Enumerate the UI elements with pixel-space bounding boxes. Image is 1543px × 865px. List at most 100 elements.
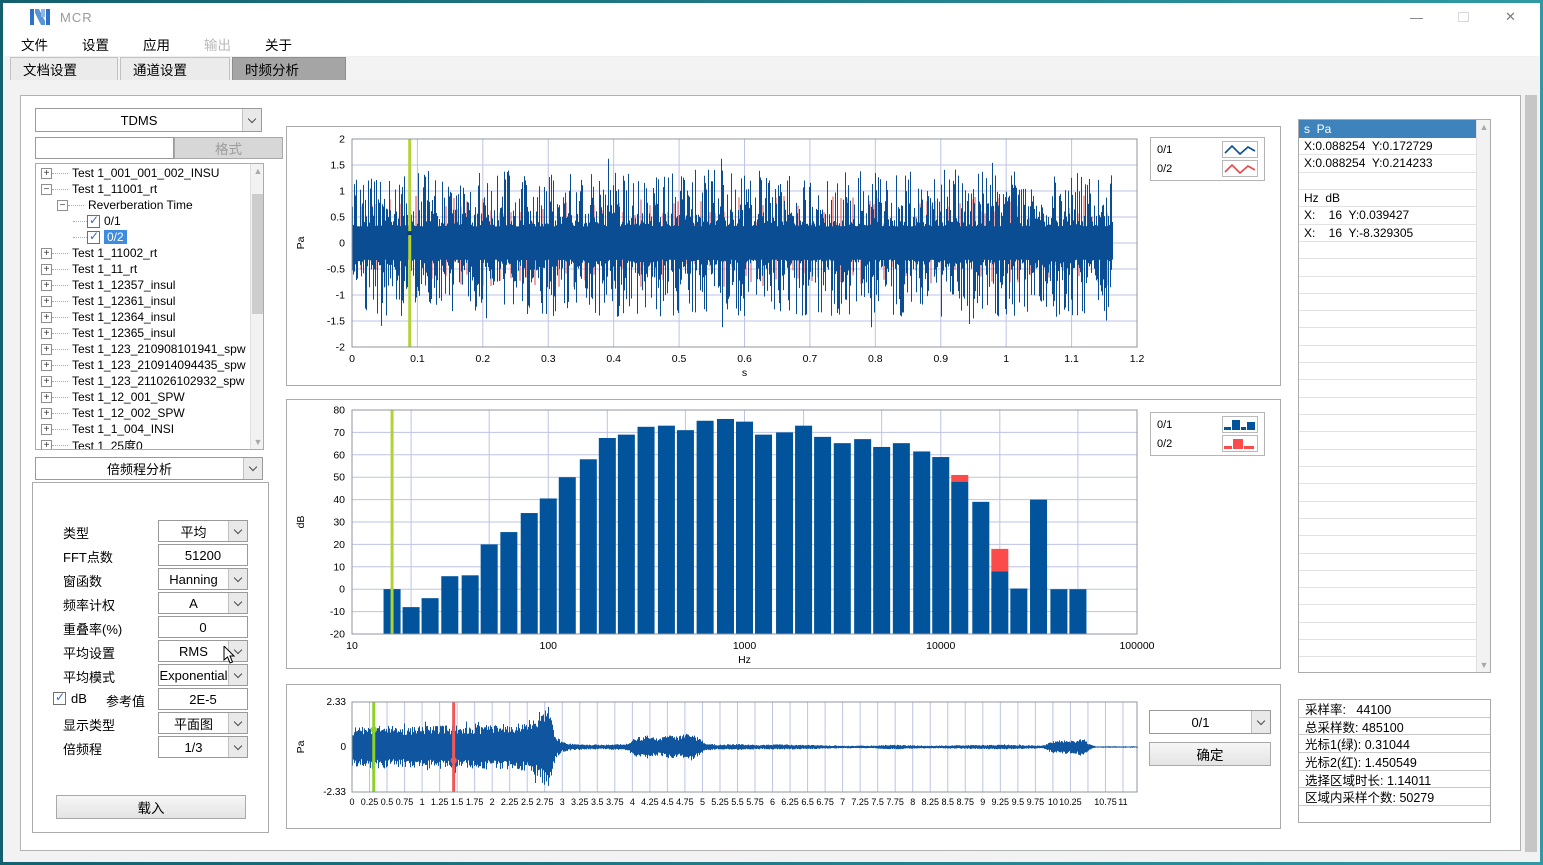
readout-row[interactable] — [1299, 588, 1477, 605]
expand-icon[interactable]: + — [41, 360, 52, 371]
readout-row[interactable] — [1299, 259, 1477, 276]
legend-item-0-2[interactable]: 0/2 — [1157, 159, 1258, 178]
octave-fraction-dropdown[interactable]: 1/3 — [158, 736, 248, 758]
expand-icon[interactable]: + — [41, 440, 52, 451]
expand-icon[interactable]: + — [41, 424, 52, 435]
readout-row[interactable] — [1299, 554, 1477, 571]
tree-item[interactable]: +Test 1_123_210914094435_spw — [36, 357, 245, 373]
tree-item[interactable]: +Test 1_25度0 — [36, 437, 143, 450]
collapse-icon[interactable]: − — [57, 200, 68, 211]
expand-icon[interactable]: + — [41, 168, 52, 179]
readout-row[interactable]: Hz dB — [1299, 190, 1477, 207]
tree-item[interactable]: +Test 1_12361_insul — [36, 293, 175, 309]
tree-item[interactable]: +Test 1_11_rt — [36, 261, 137, 277]
tree-item[interactable]: +Test 1_12365_insul — [36, 325, 175, 341]
display-type-dropdown[interactable]: 平面图 — [158, 712, 248, 734]
scroll-up-icon[interactable]: ▲ — [251, 164, 264, 178]
readout-row[interactable]: X:0.088254 Y:0.214233 — [1299, 155, 1477, 172]
type-dropdown[interactable]: 平均 — [158, 520, 248, 542]
tab-document-settings[interactable]: 文档设置 — [10, 57, 118, 80]
tree-item[interactable]: +Test 1_12_001_SPW — [36, 389, 185, 405]
tree-item[interactable]: +Test 1_123_211026102932_spw — [36, 373, 245, 389]
filter-input[interactable] — [35, 137, 174, 159]
tree-item[interactable]: ✓0/1 — [36, 213, 121, 229]
readout-row[interactable] — [1299, 502, 1477, 519]
tree-item[interactable]: −Reverberation Time — [36, 197, 193, 213]
db-checkbox[interactable]: ✓ — [53, 692, 66, 705]
tree-item[interactable]: +Test 1_12357_insul — [36, 277, 175, 293]
legend-item-0-2[interactable]: 0/2 — [1157, 434, 1258, 453]
readout-row[interactable] — [1299, 519, 1477, 536]
tree-item[interactable]: ✓0/2 — [36, 229, 127, 245]
load-button[interactable]: 载入 — [56, 795, 246, 819]
readout-row[interactable] — [1299, 450, 1477, 467]
readout-scrollbar[interactable]: ▲▼ — [1476, 120, 1490, 672]
legend-item-0-1[interactable]: 0/1 — [1157, 140, 1258, 159]
reference-value-input[interactable]: 2E-5 — [158, 688, 248, 710]
window-function-dropdown[interactable]: Hanning — [158, 568, 248, 590]
expand-icon[interactable]: + — [41, 376, 52, 387]
readout-row[interactable] — [1299, 398, 1477, 415]
readout-row[interactable] — [1299, 467, 1477, 484]
tree-item[interactable]: +Test 1_11002_rt — [36, 245, 157, 261]
legend-item-0-1[interactable]: 0/1 — [1157, 415, 1258, 434]
readout-row[interactable] — [1299, 380, 1477, 397]
readout-row[interactable] — [1299, 328, 1477, 345]
scroll-up-icon[interactable]: ▲ — [1477, 120, 1491, 134]
tab-channel-settings[interactable]: 通道设置 — [120, 57, 230, 80]
tree-item[interactable]: +Test 1_1_004_INSI — [36, 421, 174, 437]
file-format-dropdown[interactable]: TDMS — [35, 108, 262, 132]
readout-row[interactable] — [1299, 571, 1477, 588]
tree-scrollbar[interactable]: ▲▼ — [250, 164, 264, 449]
readout-row[interactable] — [1299, 294, 1477, 311]
right-scrollbar-strip[interactable] — [1525, 95, 1537, 852]
readout-row[interactable] — [1299, 346, 1477, 363]
readout-row[interactable] — [1299, 277, 1477, 294]
collapse-icon[interactable]: − — [41, 184, 52, 195]
scroll-down-icon[interactable]: ▼ — [1477, 658, 1491, 672]
readout-row[interactable] — [1299, 536, 1477, 553]
tab-time-frequency-analysis[interactable]: 时频分析 — [232, 57, 346, 80]
expand-icon[interactable]: + — [41, 312, 52, 323]
readout-row[interactable] — [1299, 657, 1477, 672]
maximize-button[interactable] — [1440, 3, 1487, 31]
menu-file[interactable]: 文件 — [11, 34, 58, 54]
scroll-down-icon[interactable]: ▼ — [251, 435, 264, 449]
expand-icon[interactable]: + — [41, 264, 52, 275]
readout-row[interactable] — [1299, 242, 1477, 259]
readout-row[interactable] — [1299, 311, 1477, 328]
expand-icon[interactable]: + — [41, 280, 52, 291]
readout-row[interactable] — [1299, 605, 1477, 622]
average-mode-dropdown[interactable]: Exponential — [158, 664, 248, 686]
readout-row[interactable] — [1299, 623, 1477, 640]
menu-apply[interactable]: 应用 — [133, 34, 180, 54]
expand-icon[interactable]: + — [41, 344, 52, 355]
readout-row[interactable]: X:0.088254 Y:0.172729 — [1299, 138, 1477, 155]
tree-item[interactable]: +Test 1_12_002_SPW — [36, 405, 185, 421]
readout-row[interactable] — [1299, 484, 1477, 501]
overview-channel-dropdown[interactable]: 0/1 — [1149, 710, 1271, 734]
frequency-weighting-dropdown[interactable]: A — [158, 592, 248, 614]
tree-item[interactable]: −Test 1_11001_rt — [36, 181, 157, 197]
menu-settings[interactable]: 设置 — [72, 34, 119, 54]
tree-item[interactable]: +Test 1_123_210908101941_spw — [36, 341, 245, 357]
overlap-percent-input[interactable]: 0 — [158, 616, 248, 638]
expand-icon[interactable]: + — [41, 392, 52, 403]
expand-icon[interactable]: + — [41, 408, 52, 419]
scrollbar-thumb[interactable] — [252, 194, 264, 314]
readout-row[interactable] — [1299, 173, 1477, 190]
tree-item[interactable]: +Test 1_001_001_002_INSU — [36, 165, 219, 181]
expand-icon[interactable]: + — [41, 248, 52, 259]
expand-icon[interactable]: + — [41, 296, 52, 307]
readout-row[interactable]: X: 16 Y:-8.329305 — [1299, 225, 1477, 242]
readout-row[interactable]: X: 16 Y:0.039427 — [1299, 207, 1477, 224]
channel-checkbox[interactable]: ✓ — [87, 215, 100, 228]
confirm-button[interactable]: 确定 — [1149, 742, 1271, 766]
analysis-type-dropdown[interactable]: 倍频程分析 — [35, 457, 263, 480]
readout-row[interactable] — [1299, 415, 1477, 432]
readout-row[interactable] — [1299, 363, 1477, 380]
fft-points-input[interactable]: 51200 — [158, 544, 248, 566]
readout-row[interactable] — [1299, 432, 1477, 449]
close-button[interactable]: ✕ — [1487, 3, 1534, 31]
readout-row[interactable] — [1299, 640, 1477, 657]
